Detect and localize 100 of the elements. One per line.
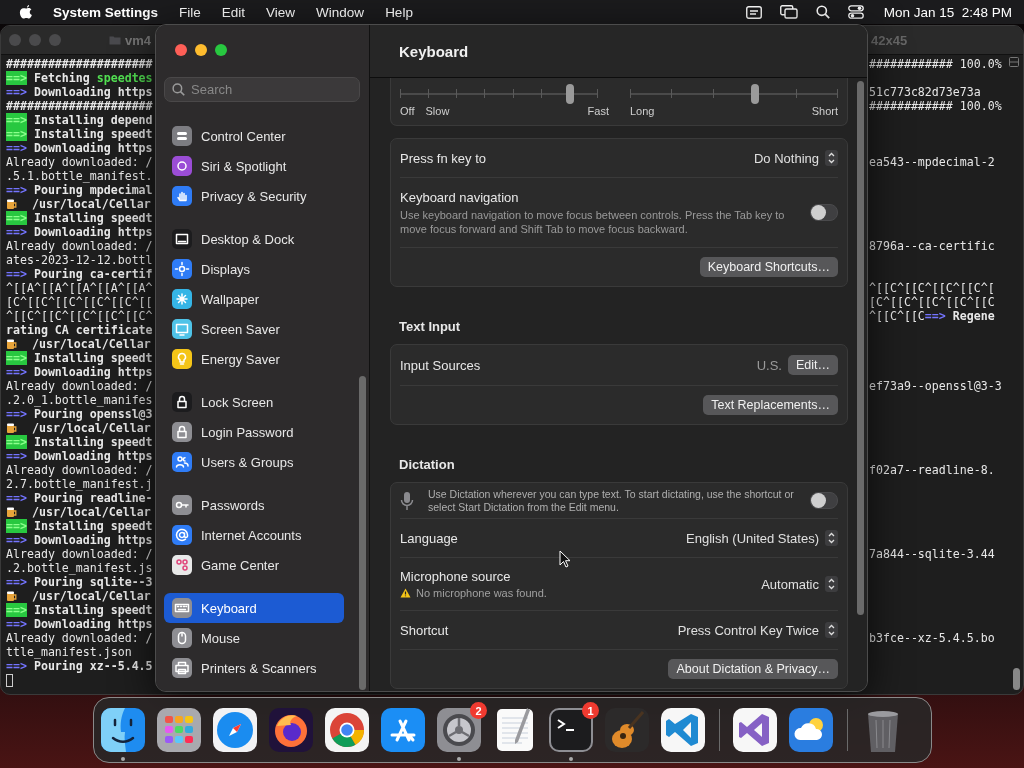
prompt-arrow: ==> [6, 533, 27, 547]
sidebar-item[interactable]: Wallpaper [164, 284, 344, 314]
firefox-app-icon[interactable] [267, 706, 315, 754]
chevrons-icon [825, 530, 838, 546]
slider-track[interactable] [630, 86, 838, 101]
clock[interactable]: Mon Jan 15 2:48 PM [883, 4, 1012, 20]
settings-app-icon[interactable] [435, 706, 483, 754]
sidebar-item[interactable]: Login Password [164, 417, 344, 447]
section-heading: Text Input [399, 319, 462, 334]
terminal-text: Already downloaded: / [6, 631, 153, 645]
terminal-text: Already downloaded: / [6, 379, 153, 393]
microphone-icon [400, 490, 414, 511]
split-pane-icon[interactable] [1009, 57, 1019, 67]
sidebar-item[interactable]: Game Center [164, 550, 344, 580]
sidebar-item[interactable]: Displays [164, 254, 344, 284]
settings-button[interactable]: Keyboard Shortcuts… [699, 257, 838, 277]
sidebar-item[interactable]: Desktop & Dock [164, 224, 344, 254]
sidebar-item[interactable]: Screen Saver [164, 314, 344, 344]
terminal-text: /usr/local/Cellar [31, 505, 151, 519]
terminal-text: Installing speedt [33, 127, 153, 141]
scrollbar-thumb[interactable] [359, 376, 366, 690]
search-icon[interactable] [815, 5, 830, 19]
control-center-icon[interactable] [847, 5, 864, 19]
vscode-app-icon[interactable] [659, 706, 707, 754]
weather-app-icon[interactable] [787, 706, 835, 754]
sidebar-item[interactable]: Control Center [164, 121, 344, 151]
appstore-app-icon[interactable] [379, 706, 427, 754]
terminal-text: ##################### [6, 57, 153, 71]
minimize-button[interactable] [195, 44, 207, 56]
terminal-text: ^[[C^[[C [869, 309, 925, 323]
beer-mug-icon [6, 338, 18, 350]
sidebar-item[interactable]: Energy Saver [164, 344, 344, 374]
slider-thumb[interactable] [750, 83, 759, 104]
sidebar-item[interactable]: Mouse [164, 623, 344, 653]
screen-mirroring-icon[interactable] [779, 5, 798, 19]
toggle-switch[interactable] [810, 204, 838, 221]
menu-item[interactable]: Help [385, 4, 413, 20]
terminal-text: Downloading https [33, 617, 153, 631]
settings-button[interactable]: About Dictation & Privacy… [668, 659, 838, 679]
close-button[interactable] [175, 44, 187, 56]
visualstudio-app-icon[interactable] [731, 706, 779, 754]
edit-button[interactable]: Edit… [787, 355, 838, 375]
menu-item[interactable]: File [179, 4, 201, 20]
prompt-arrow: ==> [6, 365, 27, 379]
chevrons-icon [825, 576, 838, 592]
toggle-switch[interactable] [810, 492, 838, 509]
terminal-text: [C^[[C^[[C^[[C^[[C^[[ [6, 295, 153, 309]
warning-text: No microphone was found. [416, 587, 547, 599]
sidebar-item[interactable]: Printers & Scanners [164, 653, 344, 683]
window-size: 42x45 [871, 32, 908, 48]
sidebar-item[interactable]: Users & Groups [164, 447, 344, 477]
sidebar-item[interactable]: Passwords [164, 490, 344, 520]
terminal-text: Pouring xz--5.4.5 [33, 659, 153, 673]
popup-button[interactable]: Automatic [761, 576, 838, 592]
sidebar-item[interactable]: Lock Screen [164, 387, 344, 417]
terminal-text: Already downloaded: / [6, 239, 153, 253]
terminal-text: Pouring ca-certif [33, 267, 153, 281]
terminal-text: Downloading https [33, 533, 153, 547]
terminal-text: Already downloaded: / [6, 463, 153, 477]
setting-label: Language [400, 530, 459, 546]
slider-thumb[interactable] [565, 83, 574, 104]
menu-item[interactable]: Window [316, 4, 365, 20]
slider-track[interactable] [400, 86, 598, 101]
setting-label: Keyboard navigation [400, 189, 520, 205]
popup-button[interactable]: Do Nothing [753, 150, 838, 166]
terminal-text: Installing speedt [33, 351, 153, 365]
terminal-text: b3fce--xz-5.4.5.bo [869, 631, 995, 645]
popup-button[interactable]: Press Control Key Twice [677, 622, 838, 638]
text-cursor [6, 673, 13, 687]
app-menu[interactable]: System Settings [53, 4, 159, 20]
sidebar-item[interactable]: Privacy & Security [164, 181, 344, 211]
search-field[interactable]: Search [164, 77, 360, 102]
apple-icon[interactable] [19, 4, 33, 20]
safari-app-icon[interactable] [211, 706, 259, 754]
terminal-text: 8796a--ca-certific [869, 239, 995, 253]
scrollbar-thumb[interactable] [1013, 668, 1020, 690]
sidebar-item[interactable]: Internet Accounts [164, 520, 344, 550]
menu-item[interactable]: View [266, 4, 296, 20]
chrome-app-icon[interactable] [323, 706, 371, 754]
garageband-app-icon[interactable] [603, 706, 651, 754]
terminal-text: Pouring readline- [33, 491, 153, 505]
sidebar-item[interactable]: Keyboard [164, 593, 344, 623]
terminal-text: Downloading https [33, 365, 153, 379]
prompt-arrow: ==> [6, 449, 27, 463]
terminal-app-icon[interactable] [547, 706, 595, 754]
terminal-text: Downloading https [33, 141, 153, 155]
popup-button[interactable]: English (United States) [686, 530, 838, 546]
package-name: speedtes [96, 71, 153, 85]
launchpad-app-icon[interactable] [155, 706, 203, 754]
menu-item[interactable]: Edit [221, 4, 246, 20]
terminal-text: ea543--mpdecimal-2 [869, 155, 995, 169]
window-icon[interactable] [745, 5, 762, 19]
window-title: Keyboard [399, 42, 469, 60]
terminal-text: ates-2023-12-12.bottl [6, 253, 153, 267]
scrollbar-thumb[interactable] [857, 81, 864, 615]
zoom-button[interactable] [215, 44, 227, 56]
sidebar-item[interactable]: Siri & Spotlight [164, 151, 344, 181]
finder-app-icon[interactable] [99, 706, 147, 754]
settings-button[interactable]: Text Replacements… [703, 395, 838, 415]
terminal-text: Regene [952, 309, 995, 323]
